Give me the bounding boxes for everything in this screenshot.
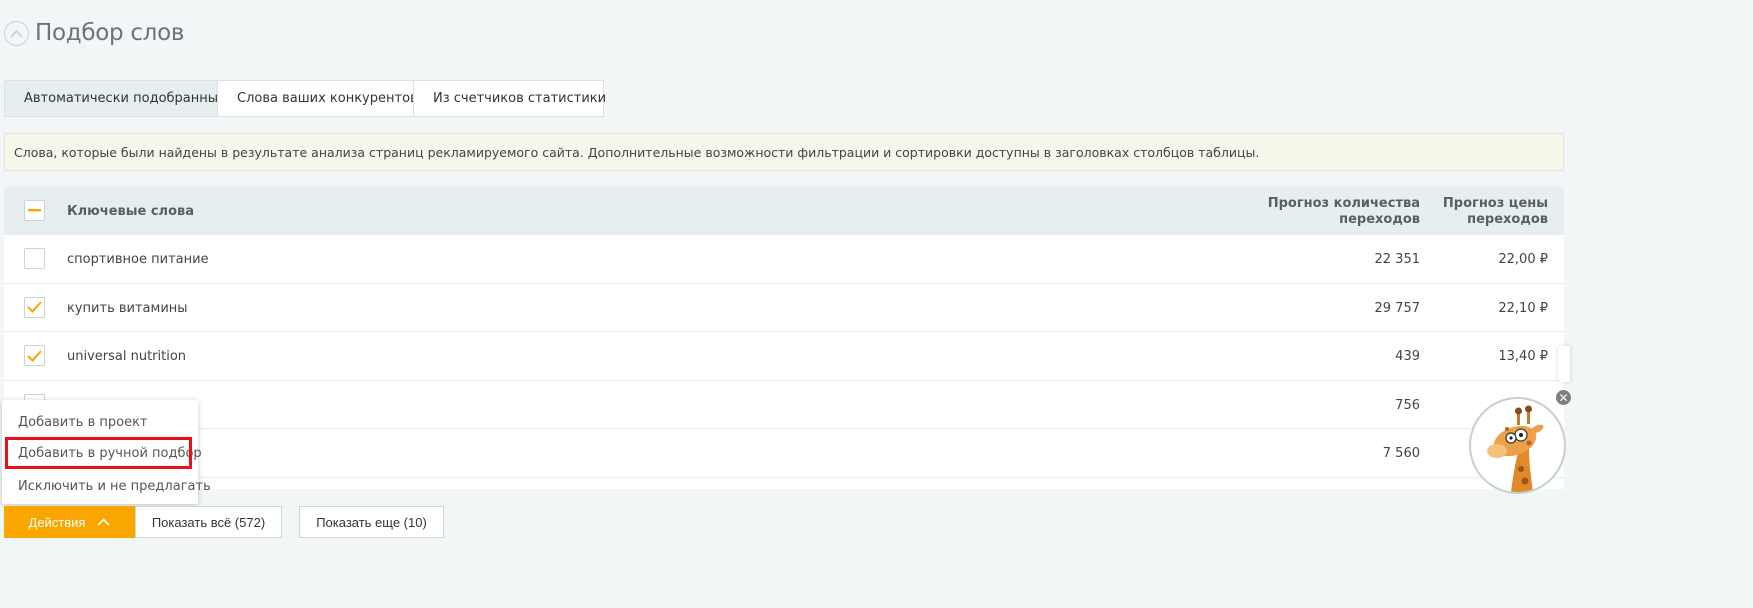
- table-row: 756: [4, 381, 1564, 429]
- table-row: купить витамины 29 757 22,10 ₽: [4, 284, 1564, 332]
- price-cell: 13,40 ₽: [1498, 349, 1548, 364]
- table-header: Ключевые слова Прогноз количества перехо…: [4, 187, 1564, 235]
- bottom-action-bar: Действия Показать всё (572) Показать еще…: [4, 506, 444, 538]
- table-row: universal nutrition 439 13,40 ₽: [4, 332, 1564, 381]
- column-header-clicks-line1: Прогноз количества: [1267, 196, 1420, 211]
- tab-auto-selected[interactable]: Автоматически подобранные: [4, 80, 226, 117]
- show-all-button[interactable]: Показать всё (572): [135, 506, 282, 538]
- clicks-cell: 756: [1395, 397, 1420, 413]
- keyword-cell: спортивное питание: [67, 252, 209, 267]
- actions-dropdown-menu: Добавить в проект Добавить в ручной подб…: [2, 400, 211, 504]
- chevron-up-circle-icon[interactable]: [4, 20, 29, 46]
- row-checkbox[interactable]: [24, 345, 45, 366]
- info-message: Слова, которые были найдены в результате…: [4, 133, 1564, 171]
- clicks-cell: 22 351: [1374, 252, 1421, 267]
- clicks-cell: 7 560: [1382, 446, 1420, 461]
- close-icon[interactable]: ✕: [1555, 389, 1572, 406]
- tab-stats-counters[interactable]: Из счетчиков статистики: [413, 80, 606, 117]
- keyword-cell: купить витамины: [67, 300, 188, 316]
- chevron-up-icon: [97, 518, 111, 526]
- tab-competitor-words[interactable]: Слова ваших конкурентов: [217, 80, 418, 117]
- row-checkbox[interactable]: [24, 296, 45, 318]
- menu-item-add-to-project[interactable]: Добавить в проект: [2, 406, 198, 438]
- price-cell: 22,10 ₽: [1498, 300, 1548, 316]
- page-title: Подбор слов: [35, 20, 185, 46]
- column-header-clicks-line2: переходов: [1339, 212, 1420, 227]
- keywords-table: Ключевые слова Прогноз количества перехо…: [4, 187, 1564, 489]
- menu-item-add-to-manual-selection[interactable]: Добавить в ручной подбор: [5, 437, 202, 469]
- clicks-cell: 29 757: [1374, 300, 1421, 316]
- table-row: 7 560: [4, 429, 1564, 478]
- table-row: спортивное питание 22 351 22,00 ₽: [4, 235, 1564, 284]
- column-header-keywords[interactable]: Ключевые слова: [67, 204, 194, 219]
- column-header-price[interactable]: Прогноз цены переходов: [1443, 196, 1548, 228]
- menu-item-exclude[interactable]: Исключить и не предлагать: [2, 470, 211, 502]
- actions-button-label: Действия: [28, 514, 86, 530]
- column-header-price-line1: Прогноз цены: [1442, 196, 1548, 211]
- row-checkbox[interactable]: [24, 248, 45, 269]
- page-header: Подбор слов: [4, 18, 184, 48]
- column-header-clicks[interactable]: Прогноз количества переходов: [1268, 196, 1420, 228]
- actions-button[interactable]: Действия: [4, 506, 135, 538]
- clicks-cell: 439: [1395, 349, 1420, 364]
- column-header-price-line2: переходов: [1467, 212, 1548, 227]
- select-all-checkbox[interactable]: [24, 200, 45, 221]
- checkmark-icon: [27, 301, 42, 313]
- keyword-cell: universal nutrition: [67, 349, 187, 364]
- tab-bar: Автоматически подобранные Слова ваших ко…: [4, 80, 606, 117]
- checkmark-icon: [27, 349, 42, 362]
- giraffe-assistant-icon[interactable]: [1469, 397, 1566, 494]
- side-panel-tab[interactable]: [1558, 346, 1570, 382]
- show-more-button[interactable]: Показать еще (10): [299, 506, 444, 538]
- price-cell: 22,00 ₽: [1498, 252, 1548, 267]
